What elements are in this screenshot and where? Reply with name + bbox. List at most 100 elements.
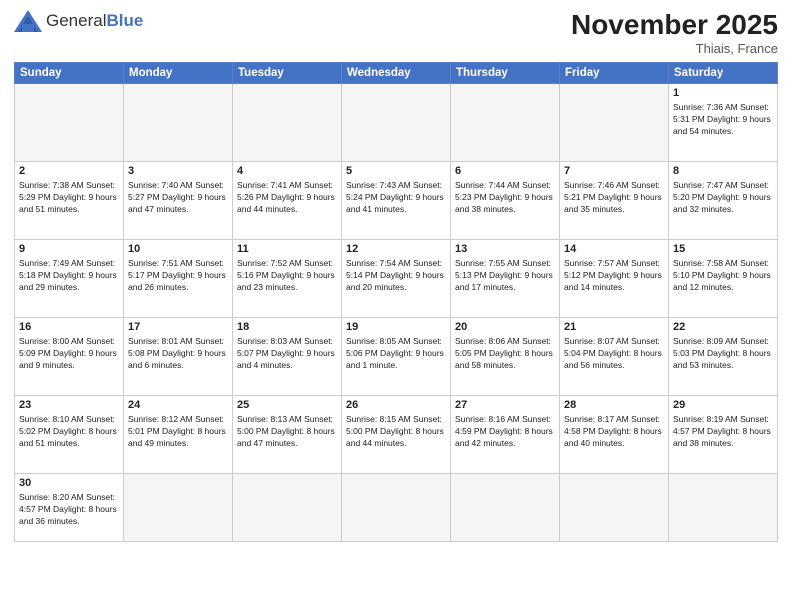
day-info: Sunrise: 8:05 AM Sunset: 5:06 PM Dayligh… bbox=[346, 335, 446, 372]
day-number: 15 bbox=[673, 243, 773, 255]
day-info: Sunrise: 7:52 AM Sunset: 5:16 PM Dayligh… bbox=[237, 257, 337, 294]
calendar-cell: 4Sunrise: 7:41 AM Sunset: 5:26 PM Daylig… bbox=[233, 161, 342, 239]
calendar-cell bbox=[124, 473, 233, 541]
day-info: Sunrise: 7:51 AM Sunset: 5:17 PM Dayligh… bbox=[128, 257, 228, 294]
calendar-cell: 27 Sunrise: 8:16 AM Sunset: 4:59 PM Dayli… bbox=[451, 395, 560, 473]
calendar-cell: 9Sunrise: 7:49 AM Sunset: 5:18 PM Daylig… bbox=[15, 239, 124, 317]
calendar-cell bbox=[342, 83, 451, 161]
day-info: Sunrise: 7:54 AM Sunset: 5:14 PM Dayligh… bbox=[346, 257, 446, 294]
day-info: Sunrise: 8:19 AM Sunset: 4:57 PM Dayligh… bbox=[673, 413, 773, 450]
day-number: 20 bbox=[455, 321, 555, 333]
day-info: Sunrise: 8:20 AM Sunset: 4:57 PM Dayligh… bbox=[19, 491, 119, 528]
day-number: 18 bbox=[237, 321, 337, 333]
calendar-week-4: 16Sunrise: 8:00 AM Sunset: 5:09 PM Dayli… bbox=[15, 317, 778, 395]
calendar-cell: 2Sunrise: 7:38 AM Sunset: 5:29 PM Daylig… bbox=[15, 161, 124, 239]
day-number: 2 bbox=[19, 165, 119, 177]
header: GeneralBlue November 2025 Thiais, France bbox=[14, 10, 778, 56]
day-info: Sunrise: 7:47 AM Sunset: 5:20 PM Dayligh… bbox=[673, 179, 773, 216]
day-info: Sunrise: 7:36 AM Sunset: 5:31 PM Dayligh… bbox=[673, 101, 773, 138]
calendar-cell: 23 Sunrise: 8:10 AM Sunset: 5:02 PM Dayli… bbox=[15, 395, 124, 473]
day-info: Sunrise: 7:43 AM Sunset: 5:24 PM Dayligh… bbox=[346, 179, 446, 216]
calendar-cell bbox=[560, 473, 669, 541]
col-header-wednesday: Wednesday bbox=[342, 62, 451, 83]
day-info: Sunrise: 8:06 AM Sunset: 5:05 PM Dayligh… bbox=[455, 335, 555, 372]
calendar-cell: 16Sunrise: 8:00 AM Sunset: 5:09 PM Dayli… bbox=[15, 317, 124, 395]
day-info: Sunrise: 8:01 AM Sunset: 5:08 PM Dayligh… bbox=[128, 335, 228, 372]
calendar-cell: 29 Sunrise: 8:19 AM Sunset: 4:57 PM Dayli… bbox=[669, 395, 778, 473]
logo: GeneralBlue bbox=[14, 10, 143, 32]
day-info: Sunrise: 7:55 AM Sunset: 5:13 PM Dayligh… bbox=[455, 257, 555, 294]
day-info: Sunrise: 8:15 AM Sunset: 5:00 PM Dayligh… bbox=[346, 413, 446, 450]
day-number: 12 bbox=[346, 243, 446, 255]
day-number: 26 bbox=[346, 399, 446, 411]
calendar-week-5: 23 Sunrise: 8:10 AM Sunset: 5:02 PM Dayli… bbox=[15, 395, 778, 473]
day-number: 8 bbox=[673, 165, 773, 177]
day-info: Sunrise: 8:13 AM Sunset: 5:00 PM Dayligh… bbox=[237, 413, 337, 450]
calendar-week-2: 2Sunrise: 7:38 AM Sunset: 5:29 PM Daylig… bbox=[15, 161, 778, 239]
calendar-cell: 26 Sunrise: 8:15 AM Sunset: 5:00 PM Dayli… bbox=[342, 395, 451, 473]
day-info: Sunrise: 7:58 AM Sunset: 5:10 PM Dayligh… bbox=[673, 257, 773, 294]
day-number: 1 bbox=[673, 87, 773, 99]
day-number: 13 bbox=[455, 243, 555, 255]
col-header-saturday: Saturday bbox=[669, 62, 778, 83]
calendar-week-6: 30Sunrise: 8:20 AM Sunset: 4:57 PM Dayli… bbox=[15, 473, 778, 541]
day-number: 3 bbox=[128, 165, 228, 177]
day-info: Sunrise: 7:57 AM Sunset: 5:12 PM Dayligh… bbox=[564, 257, 664, 294]
logo-text: GeneralBlue bbox=[46, 12, 143, 31]
day-number: 24 bbox=[128, 399, 228, 411]
calendar-week-1: 1 Sunrise: 7:36 AM Sunset: 5:31 PM Daylig… bbox=[15, 83, 778, 161]
day-number: 11 bbox=[237, 243, 337, 255]
day-info: Sunrise: 7:40 AM Sunset: 5:27 PM Dayligh… bbox=[128, 179, 228, 216]
day-number: 23 bbox=[19, 399, 119, 411]
calendar-cell bbox=[233, 473, 342, 541]
month-title: November 2025 bbox=[571, 10, 778, 41]
logo-icon bbox=[14, 10, 42, 32]
day-number: 7 bbox=[564, 165, 664, 177]
day-number: 17 bbox=[128, 321, 228, 333]
calendar-cell: 10Sunrise: 7:51 AM Sunset: 5:17 PM Dayli… bbox=[124, 239, 233, 317]
col-header-sunday: Sunday bbox=[15, 62, 124, 83]
calendar-cell: 5Sunrise: 7:43 AM Sunset: 5:24 PM Daylig… bbox=[342, 161, 451, 239]
day-info: Sunrise: 8:17 AM Sunset: 4:58 PM Dayligh… bbox=[564, 413, 664, 450]
day-number: 4 bbox=[237, 165, 337, 177]
day-number: 25 bbox=[237, 399, 337, 411]
day-number: 28 bbox=[564, 399, 664, 411]
calendar-cell: 3 Sunrise: 7:40 AM Sunset: 5:27 PM Daylig… bbox=[124, 161, 233, 239]
calendar-cell: 13 Sunrise: 7:55 AM Sunset: 5:13 PM Dayli… bbox=[451, 239, 560, 317]
day-number: 29 bbox=[673, 399, 773, 411]
calendar-cell bbox=[451, 83, 560, 161]
calendar-cell bbox=[124, 83, 233, 161]
calendar-cell: 18 Sunrise: 8:03 AM Sunset: 5:07 PM Dayli… bbox=[233, 317, 342, 395]
day-info: Sunrise: 8:12 AM Sunset: 5:01 PM Dayligh… bbox=[128, 413, 228, 450]
calendar-cell: 12 Sunrise: 7:54 AM Sunset: 5:14 PM Dayli… bbox=[342, 239, 451, 317]
calendar-cell bbox=[560, 83, 669, 161]
calendar-week-3: 9Sunrise: 7:49 AM Sunset: 5:18 PM Daylig… bbox=[15, 239, 778, 317]
calendar-cell bbox=[451, 473, 560, 541]
calendar-cell: 7Sunrise: 7:46 AM Sunset: 5:21 PM Daylig… bbox=[560, 161, 669, 239]
calendar-cell: 24 Sunrise: 8:12 AM Sunset: 5:01 PM Dayli… bbox=[124, 395, 233, 473]
location: Thiais, France bbox=[571, 41, 778, 56]
calendar-cell: 11 Sunrise: 7:52 AM Sunset: 5:16 PM Dayli… bbox=[233, 239, 342, 317]
col-header-tuesday: Tuesday bbox=[233, 62, 342, 83]
day-info: Sunrise: 7:44 AM Sunset: 5:23 PM Dayligh… bbox=[455, 179, 555, 216]
day-info: Sunrise: 8:09 AM Sunset: 5:03 PM Dayligh… bbox=[673, 335, 773, 372]
calendar-cell: 15 Sunrise: 7:58 AM Sunset: 5:10 PM Dayli… bbox=[669, 239, 778, 317]
col-header-thursday: Thursday bbox=[451, 62, 560, 83]
day-number: 27 bbox=[455, 399, 555, 411]
logo-general: General bbox=[46, 11, 106, 30]
day-info: Sunrise: 8:10 AM Sunset: 5:02 PM Dayligh… bbox=[19, 413, 119, 450]
calendar-cell bbox=[15, 83, 124, 161]
calendar-cell: 21Sunrise: 8:07 AM Sunset: 5:04 PM Dayli… bbox=[560, 317, 669, 395]
calendar: SundayMondayTuesdayWednesdayThursdayFrid… bbox=[14, 62, 778, 542]
logo-blue: Blue bbox=[106, 11, 143, 30]
calendar-cell: 22Sunrise: 8:09 AM Sunset: 5:03 PM Dayli… bbox=[669, 317, 778, 395]
calendar-cell: 8 Sunrise: 7:47 AM Sunset: 5:20 PM Daylig… bbox=[669, 161, 778, 239]
day-info: Sunrise: 8:03 AM Sunset: 5:07 PM Dayligh… bbox=[237, 335, 337, 372]
day-info: Sunrise: 8:16 AM Sunset: 4:59 PM Dayligh… bbox=[455, 413, 555, 450]
calendar-cell: 20 Sunrise: 8:06 AM Sunset: 5:05 PM Dayli… bbox=[451, 317, 560, 395]
day-number: 21 bbox=[564, 321, 664, 333]
day-number: 14 bbox=[564, 243, 664, 255]
col-header-monday: Monday bbox=[124, 62, 233, 83]
title-block: November 2025 Thiais, France bbox=[571, 10, 778, 56]
calendar-cell: 1 Sunrise: 7:36 AM Sunset: 5:31 PM Daylig… bbox=[669, 83, 778, 161]
